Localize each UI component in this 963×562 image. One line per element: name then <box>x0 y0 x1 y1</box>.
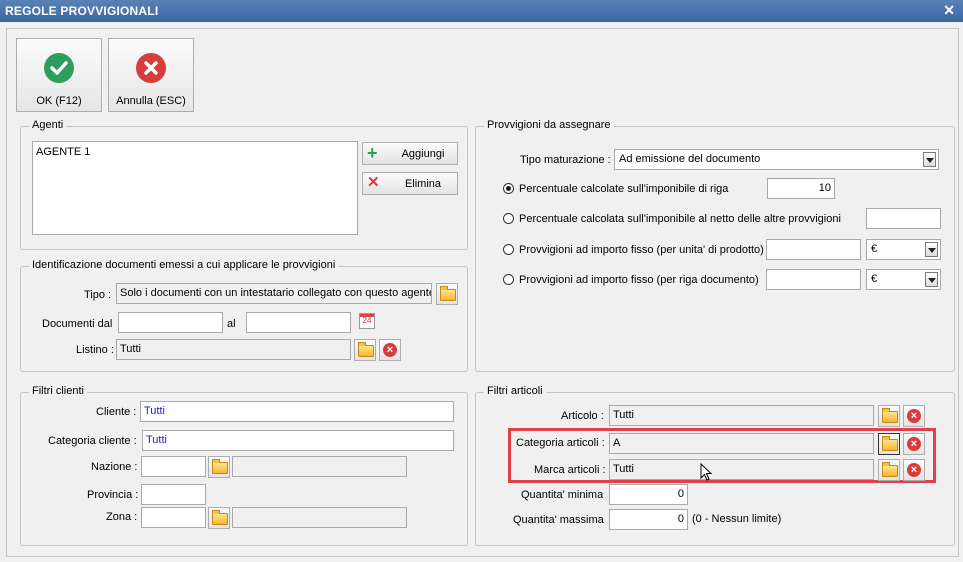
al-label: al <box>227 318 236 330</box>
chevron-down-icon[interactable] <box>923 152 936 167</box>
folder-icon <box>882 408 898 423</box>
clear-icon: × <box>907 409 921 423</box>
delete-agent-button[interactable]: ✕ Elimina <box>362 172 458 195</box>
currency-value: € <box>871 243 878 255</box>
documenti-dal-label: Documenti dal <box>42 318 113 330</box>
categoria-cliente-field[interactable]: Tutti <box>142 430 454 451</box>
cancel-button-label: Annulla (ESC) <box>116 95 186 107</box>
ok-button-label: OK (F12) <box>36 95 82 107</box>
check-icon <box>44 53 74 83</box>
documenti-al-field[interactable] <box>246 312 351 333</box>
radio-percentuale-netto[interactable] <box>503 213 514 224</box>
add-agent-button[interactable]: + Aggiungi <box>362 142 458 165</box>
percentuale-riga-field[interactable]: 10 <box>767 178 835 199</box>
zona-field[interactable] <box>141 507 206 528</box>
close-icon[interactable]: ✕ <box>943 2 955 19</box>
listino-browse-button[interactable] <box>354 339 376 361</box>
clear-icon: × <box>907 463 921 477</box>
articolo-clear-button[interactable]: × <box>903 405 925 427</box>
tipo-field[interactable]: Solo i documenti con un intestatario col… <box>116 283 432 304</box>
fisso-unita-currency-select[interactable]: € <box>866 239 941 260</box>
provincia-field[interactable] <box>141 484 206 505</box>
nazione-field[interactable] <box>141 456 206 477</box>
radio-percentuale-riga-label: Percentuale calcolate sull'imponibile di… <box>519 183 729 195</box>
quantita-massima-field[interactable]: 0 <box>609 509 688 530</box>
tipo-maturazione-label: Tipo maturazione : <box>520 154 611 166</box>
categoria-articoli-label: Categoria articoli : <box>516 437 605 449</box>
chevron-down-icon[interactable] <box>925 242 938 257</box>
zona-browse-button[interactable] <box>208 507 230 529</box>
ok-button[interactable]: OK (F12) <box>16 38 102 112</box>
radio-fisso-riga-label: Provvigioni ad importo fisso (per riga d… <box>519 274 759 286</box>
chevron-down-icon[interactable] <box>925 272 938 287</box>
folder-icon <box>440 286 456 301</box>
cliente-label: Cliente : <box>96 406 137 418</box>
fisso-unita-field[interactable] <box>766 239 861 260</box>
identificazione-legend: Identificazione documenti emessi a cui a… <box>29 259 339 271</box>
folder-icon <box>212 459 228 474</box>
marca-articoli-browse-button[interactable] <box>878 459 900 481</box>
clear-icon: × <box>383 343 397 357</box>
cancel-button[interactable]: Annulla (ESC) <box>108 38 194 112</box>
tipo-browse-button[interactable] <box>436 283 458 305</box>
categoria-articoli-clear-button[interactable]: × <box>903 433 925 455</box>
provvigioni-legend: Provvigioni da assegnare <box>484 119 614 131</box>
clear-icon: × <box>907 437 921 451</box>
zona-label: Zona : <box>106 511 138 523</box>
radio-percentuale-netto-label: Percentuale calcolata sull'imponibile al… <box>519 213 841 225</box>
nazione-browse-button[interactable] <box>208 456 230 478</box>
filtri-articoli-legend: Filtri articoli <box>484 385 546 397</box>
tipo-maturazione-select[interactable]: Ad emissione del documento <box>614 149 939 170</box>
quantita-massima-note: (0 - Nessun limite) <box>692 513 782 525</box>
folder-icon <box>358 342 374 357</box>
currency-value: € <box>871 273 878 285</box>
delete-agent-label: Elimina <box>404 178 442 190</box>
window-title: REGOLE PROVVIGIONALI <box>5 4 159 18</box>
marca-articoli-clear-button[interactable]: × <box>903 459 925 481</box>
quantita-minima-field[interactable]: 0 <box>609 484 688 505</box>
cancel-icon <box>136 53 166 83</box>
radio-fisso-unita-label: Provvigioni ad importo fisso (per unita'… <box>519 244 764 256</box>
tipo-label: Tipo : <box>84 289 112 301</box>
listino-clear-button[interactable]: × <box>379 339 401 361</box>
fisso-riga-field[interactable] <box>766 269 861 290</box>
tipo-maturazione-value: Ad emissione del documento <box>619 153 761 165</box>
nazione-description <box>232 456 407 477</box>
radio-fisso-unita[interactable] <box>503 244 514 255</box>
listino-field[interactable]: Tutti <box>116 339 351 360</box>
calendar-icon[interactable]: 24 <box>359 313 375 329</box>
fisso-riga-currency-select[interactable]: € <box>866 269 941 290</box>
articolo-field[interactable]: Tutti <box>609 405 874 426</box>
percentuale-netto-field[interactable] <box>866 208 941 229</box>
nazione-label: Nazione : <box>91 461 138 473</box>
quantita-minima-label: Quantita' minima <box>521 489 604 501</box>
provincia-label: Provincia : <box>87 489 139 501</box>
folder-icon <box>882 436 898 451</box>
cliente-field[interactable]: Tutti <box>140 401 454 422</box>
categoria-cliente-label: Categoria cliente : <box>48 435 137 447</box>
filtri-clienti-legend: Filtri clienti <box>29 385 87 397</box>
agenti-legend: Agenti <box>29 119 67 131</box>
quantita-massima-label: Quantita' massima <box>513 514 604 526</box>
radio-percentuale-riga[interactable] <box>503 183 514 194</box>
add-agent-label: Aggiungi <box>401 148 445 160</box>
title-bar: REGOLE PROVVIGIONALI ✕ <box>0 0 963 22</box>
radio-fisso-riga[interactable] <box>503 274 514 285</box>
categoria-articoli-field[interactable]: A <box>609 433 874 454</box>
documenti-dal-field[interactable] <box>118 312 223 333</box>
agenti-list[interactable]: AGENTE 1 <box>32 141 358 235</box>
folder-icon <box>882 462 898 477</box>
marca-articoli-field[interactable]: Tutti <box>609 459 874 480</box>
zona-description <box>232 507 407 528</box>
folder-icon <box>212 510 228 525</box>
list-item[interactable]: AGENTE 1 <box>36 146 90 158</box>
mouse-cursor-icon <box>700 463 713 481</box>
marca-articoli-label: Marca articoli : <box>534 464 606 476</box>
articolo-label: Articolo : <box>561 410 604 422</box>
categoria-articoli-browse-button[interactable] <box>878 433 900 455</box>
listino-label: Listino : <box>76 344 114 356</box>
articolo-browse-button[interactable] <box>878 405 900 427</box>
